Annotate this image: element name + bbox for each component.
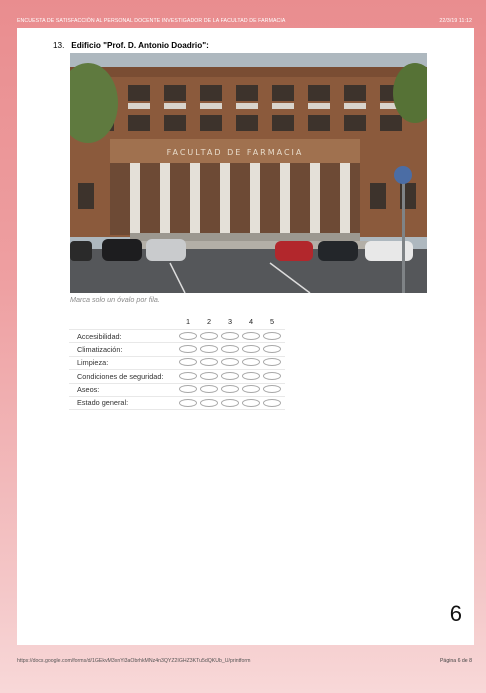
grid-row: Climatización: <box>69 342 285 355</box>
rating-oval[interactable] <box>242 344 260 353</box>
rating-oval[interactable] <box>221 344 239 353</box>
column-label: 2 <box>206 317 212 326</box>
rating-oval[interactable] <box>179 331 197 340</box>
rating-oval[interactable] <box>200 331 218 340</box>
rating-oval[interactable] <box>242 385 260 394</box>
grid-row: Limpieza: <box>69 355 285 369</box>
rating-oval[interactable] <box>242 398 260 407</box>
photo-sign: FACULTAD DE FARMACIA <box>167 148 304 157</box>
footer-url: https://docs.google.com/forms/d/1GEkvM3x… <box>17 658 251 664</box>
grid-row: Accesibilidad: <box>69 329 285 342</box>
page-number: 6 <box>449 601 462 626</box>
page-header: ENCUESTA DE SATISFACCIÓN AL PERSONAL DOC… <box>0 0 486 28</box>
footer-page: Página 6 de 8 <box>439 658 472 664</box>
column-label: 3 <box>227 317 233 326</box>
column-label: 4 <box>248 317 254 326</box>
rating-oval[interactable] <box>242 371 260 380</box>
header-datetime: 22/3/19 11:12 <box>439 18 472 24</box>
rating-oval[interactable] <box>242 358 260 367</box>
rating-oval[interactable] <box>263 344 281 353</box>
grid-row: Aseos: <box>69 382 285 396</box>
row-label: Aseos: <box>77 385 100 395</box>
column-label: 1 <box>185 317 191 326</box>
rating-oval[interactable] <box>221 371 239 380</box>
rating-oval[interactable] <box>179 344 197 353</box>
rating-oval[interactable] <box>179 358 197 367</box>
page-footer: https://docs.google.com/forms/d/1GEkvM3x… <box>0 650 486 670</box>
rating-oval[interactable] <box>221 398 239 407</box>
rating-oval[interactable] <box>179 398 197 407</box>
question-title: Edificio "Prof. D. Antonio Doadrio": <box>71 41 209 50</box>
rating-oval[interactable] <box>221 331 239 340</box>
rating-oval[interactable] <box>221 358 239 367</box>
rating-oval[interactable] <box>200 358 218 367</box>
instruction-note: Marca solo un óvalo por fila. <box>70 295 160 304</box>
row-label: Condiciones de seguridad: <box>77 371 164 381</box>
form-page: 13. Edificio "Prof. D. Antonio Doadrio": <box>17 28 474 645</box>
rating-oval[interactable] <box>263 358 281 367</box>
column-label: 5 <box>269 317 275 326</box>
rating-oval[interactable] <box>179 371 197 380</box>
rating-oval[interactable] <box>263 371 281 380</box>
rating-oval[interactable] <box>200 371 218 380</box>
grid-row: Condiciones de seguridad: <box>69 369 285 382</box>
row-label: Climatización: <box>77 344 123 354</box>
rating-oval[interactable] <box>263 331 281 340</box>
grid-header: 1 2 3 4 5 <box>69 317 285 329</box>
question-number: 13. <box>53 41 65 50</box>
header-title: ENCUESTA DE SATISFACCIÓN AL PERSONAL DOC… <box>17 18 286 24</box>
rating-oval[interactable] <box>263 385 281 394</box>
building-photo: FACULTAD DE FARMACIA <box>70 53 427 293</box>
rating-oval[interactable] <box>200 398 218 407</box>
row-label: Estado general: <box>77 398 129 408</box>
row-label: Limpieza: <box>77 358 109 368</box>
grid-row: Estado general: <box>69 395 285 411</box>
rating-oval[interactable] <box>200 385 218 394</box>
rating-oval[interactable] <box>179 385 197 394</box>
question-heading: 13. Edificio "Prof. D. Antonio Doadrio": <box>53 41 209 50</box>
rating-oval[interactable] <box>242 331 260 340</box>
rating-oval[interactable] <box>263 398 281 407</box>
rating-oval[interactable] <box>200 344 218 353</box>
rating-oval[interactable] <box>221 385 239 394</box>
rating-grid: 1 2 3 4 5 Accesibilidad: Climatización: Li… <box>69 317 285 411</box>
row-label: Accesibilidad: <box>77 331 122 341</box>
